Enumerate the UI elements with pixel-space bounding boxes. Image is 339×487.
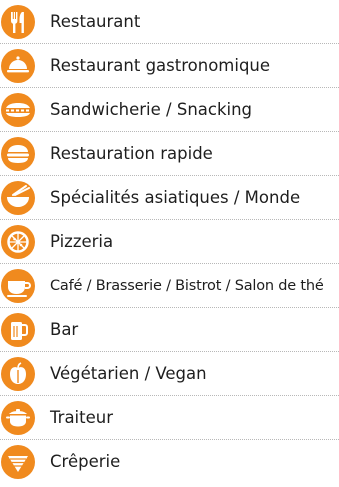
category-item-creperie[interactable]: Crêperie: [0, 440, 339, 484]
category-item-sandwicherie[interactable]: Sandwicherie / Snacking: [0, 88, 339, 132]
category-label: Traiteur: [50, 408, 113, 427]
cloche-icon: [1, 49, 35, 83]
category-label: Restauration rapide: [50, 144, 213, 163]
category-item-cafe-brasserie[interactable]: Café / Brasserie / Bistrot / Salon de th…: [0, 264, 339, 308]
coffee-cup-icon: [1, 269, 35, 303]
category-label: Sandwicherie / Snacking: [50, 100, 253, 119]
category-item-traiteur[interactable]: Traiteur: [0, 396, 339, 440]
category-item-vegetarien-vegan[interactable]: Végétarien / Vegan: [0, 352, 339, 396]
category-item-restaurant[interactable]: Restaurant: [0, 0, 339, 44]
apple-icon: [1, 357, 35, 391]
category-item-specialites-asiatiques[interactable]: Spécialités asiatiques / Monde: [0, 176, 339, 220]
category-item-pizzeria[interactable]: Pizzeria: [0, 220, 339, 264]
category-list: Restaurant Restaurant gastronomique Sand…: [0, 0, 339, 487]
burger-icon: [1, 137, 35, 171]
category-label: Végétarien / Vegan: [50, 364, 207, 383]
category-item-restaurant-gastronomique[interactable]: Restaurant gastronomique: [0, 44, 339, 88]
category-item-restauration-rapide[interactable]: Restauration rapide: [0, 132, 339, 176]
category-label: Crêperie: [50, 452, 121, 471]
category-label: Café / Brasserie / Bistrot / Salon de th…: [50, 278, 324, 294]
pizza-icon: [1, 225, 35, 259]
pot-icon: [1, 401, 35, 435]
beer-mug-icon: [1, 313, 35, 347]
category-label: Spécialités asiatiques / Monde: [50, 188, 301, 207]
fork-knife-icon: [1, 5, 35, 39]
category-label: Restaurant gastronomique: [50, 56, 271, 75]
sandwich-icon: [1, 93, 35, 127]
asian-bowl-icon: [1, 181, 35, 215]
category-label: Bar: [50, 320, 79, 339]
crepe-icon: [1, 445, 35, 479]
category-item-bar[interactable]: Bar: [0, 308, 339, 352]
category-label: Pizzeria: [50, 232, 114, 251]
category-label: Restaurant: [50, 12, 141, 31]
